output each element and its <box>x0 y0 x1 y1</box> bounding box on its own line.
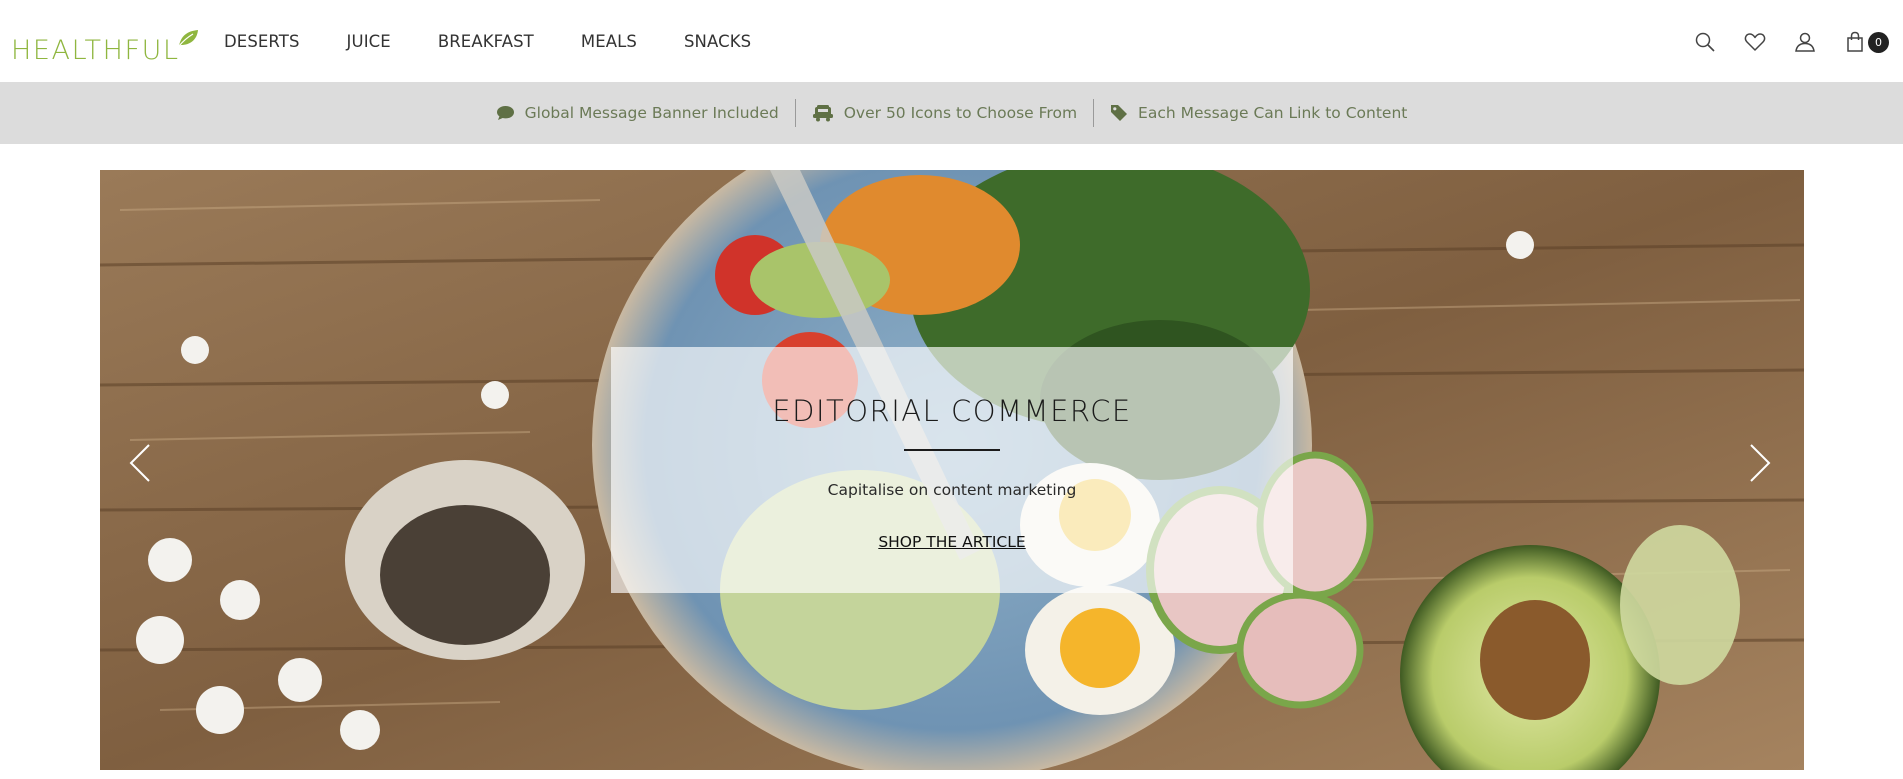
heart-icon[interactable] <box>1743 30 1767 54</box>
cart-icon[interactable] <box>1843 30 1867 54</box>
hero-slider: EDITORIAL COMMERCE Capitalise on content… <box>100 170 1804 770</box>
nav-item-deserts[interactable]: DESERTS <box>224 32 300 51</box>
logo-text: HEALTHFUL <box>11 35 180 66</box>
nav-item-breakfast[interactable]: BREAKFAST <box>438 32 534 51</box>
slider-prev-button[interactable] <box>120 428 160 498</box>
nav-item-meals[interactable]: MEALS <box>581 32 637 51</box>
tag-icon <box>1110 104 1128 122</box>
nav-item-juice[interactable]: JUICE <box>347 32 391 51</box>
cart-count-badge: 0 <box>1868 32 1889 53</box>
user-icon[interactable] <box>1793 30 1817 54</box>
hero-subtitle: Capitalise on content marketing <box>827 481 1077 499</box>
nav-item-snacks[interactable]: SNACKS <box>684 32 751 51</box>
title-divider <box>904 449 1000 451</box>
truck-icon <box>812 104 834 122</box>
announcement-text: Over 50 Icons to Choose From <box>843 104 1078 122</box>
announcement-bar: Global Message Banner Included Over 50 I… <box>0 82 1903 144</box>
main-nav: DESERTS JUICE BREAKFAST MEALS SNACKS <box>224 0 798 82</box>
chat-bubble-icon <box>496 105 515 121</box>
chevron-right-icon <box>1750 444 1771 482</box>
chevron-left-icon <box>129 444 150 482</box>
announcement-text: Global Message Banner Included <box>524 104 779 122</box>
logo[interactable]: HEALTHFUL <box>11 30 198 66</box>
leaf-icon <box>178 30 198 47</box>
shop-the-article-link[interactable]: SHOP THE ARTICLE <box>611 533 1293 551</box>
slider-next-button[interactable] <box>1740 428 1780 498</box>
hero-caption: EDITORIAL COMMERCE Capitalise on content… <box>611 347 1293 593</box>
announcement-text: Each Message Can Link to Content <box>1138 104 1408 122</box>
announcement-message[interactable]: Over 50 Icons to Choose From <box>796 104 1093 122</box>
hero-title: EDITORIAL COMMERCE <box>772 394 1132 428</box>
search-icon[interactable] <box>1693 30 1717 54</box>
site-header: HEALTHFUL DESERTS JUICE BREAKFAST MEALS … <box>0 0 1903 82</box>
announcement-message[interactable]: Each Message Can Link to Content <box>1094 104 1423 122</box>
announcement-message[interactable]: Global Message Banner Included <box>480 104 795 122</box>
